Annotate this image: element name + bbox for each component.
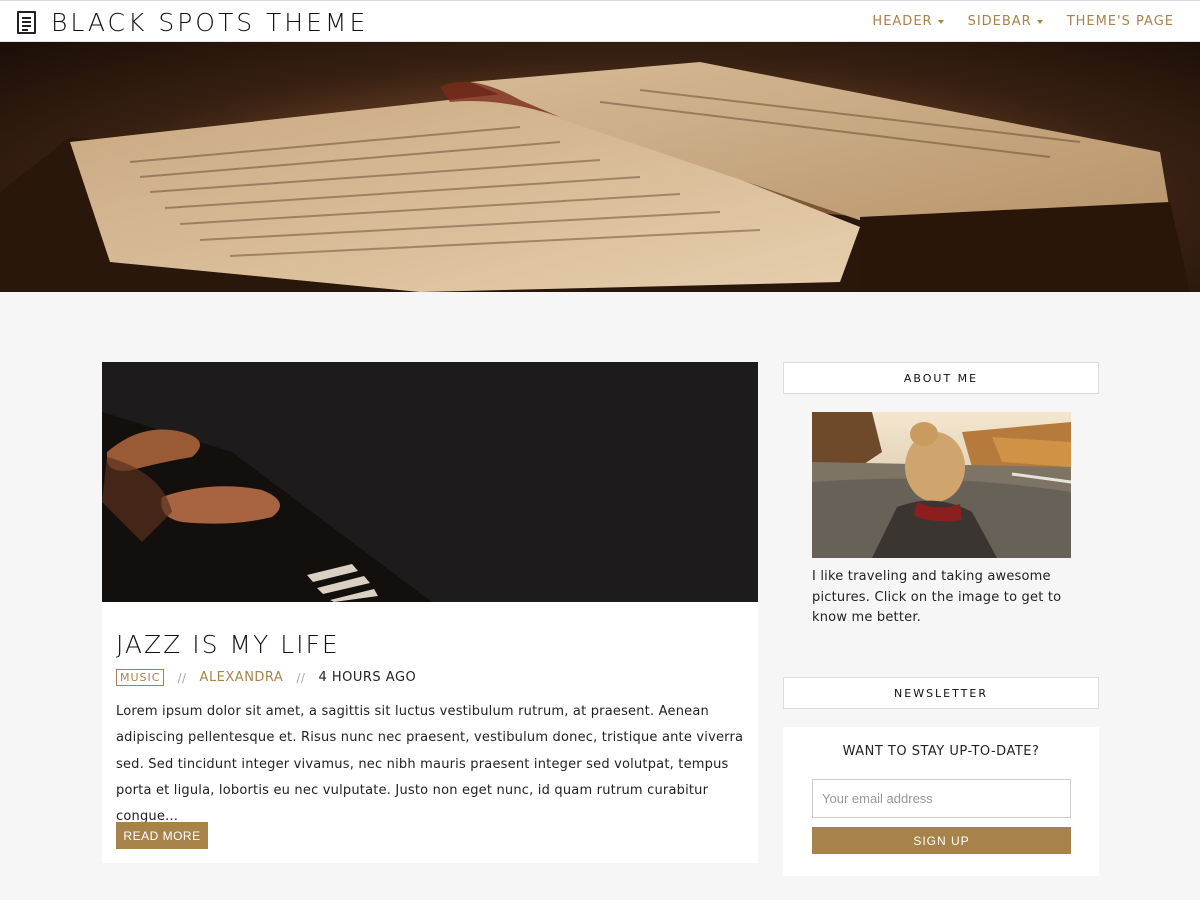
about-me-heading: ABOUT ME xyxy=(783,362,1099,394)
site-brand[interactable]: BLACK SPOTS THEME xyxy=(17,8,368,37)
caret-down-icon xyxy=(1036,19,1043,24)
main-menu: HEADER SIDEBAR THEME'S PAGE xyxy=(848,1,1174,42)
post-excerpt: Lorem ipsum dolor sit amet, a sagittis s… xyxy=(116,704,744,825)
post-title[interactable]: JAZZ IS MY LIFE xyxy=(116,630,340,659)
meta-separator: // xyxy=(296,670,306,685)
post-featured-image[interactable] xyxy=(102,362,758,602)
category-tag[interactable]: MUSIC xyxy=(116,669,165,686)
newsletter-heading: NEWSLETTER xyxy=(783,677,1099,709)
nav-item-themes-page[interactable]: THEME'S PAGE xyxy=(1067,14,1174,29)
sign-up-button[interactable]: SIGN UP xyxy=(812,827,1071,854)
nav-item-label: THEME'S PAGE xyxy=(1066,14,1174,29)
top-navbar: BLACK SPOTS THEME HEADER SIDEBAR THEME'S… xyxy=(0,0,1200,42)
meta-separator: // xyxy=(177,670,187,685)
post-author[interactable]: ALEXANDRA xyxy=(200,670,284,685)
newsletter-widget: WANT TO STAY UP-TO-DATE? SIGN UP xyxy=(783,727,1099,876)
newsletter-title: WANT TO STAY UP-TO-DATE? xyxy=(842,744,1040,759)
nav-item-sidebar[interactable]: SIDEBAR xyxy=(968,14,1043,29)
site-title[interactable]: BLACK SPOTS THEME xyxy=(51,8,368,37)
nav-item-label: HEADER xyxy=(872,14,933,29)
about-me-text: I like traveling and taking awesome pict… xyxy=(812,569,1062,625)
nav-item-label: SIDEBAR xyxy=(967,14,1032,29)
post-time: 4 HOURS AGO xyxy=(318,670,417,685)
nav-item-header[interactable]: HEADER xyxy=(872,14,944,29)
read-more-button[interactable]: READ MORE xyxy=(116,822,208,849)
about-me-image[interactable] xyxy=(812,412,1071,558)
document-icon xyxy=(17,10,36,34)
post-meta: MUSIC // ALEXANDRA // 4 HOURS AGO xyxy=(116,669,416,686)
hero-image-open-book xyxy=(0,42,1200,292)
post-card: JAZZ IS MY LIFE MUSIC // ALEXANDRA // 4 … xyxy=(102,362,758,863)
caret-down-icon xyxy=(937,19,944,24)
email-input[interactable] xyxy=(812,779,1071,818)
